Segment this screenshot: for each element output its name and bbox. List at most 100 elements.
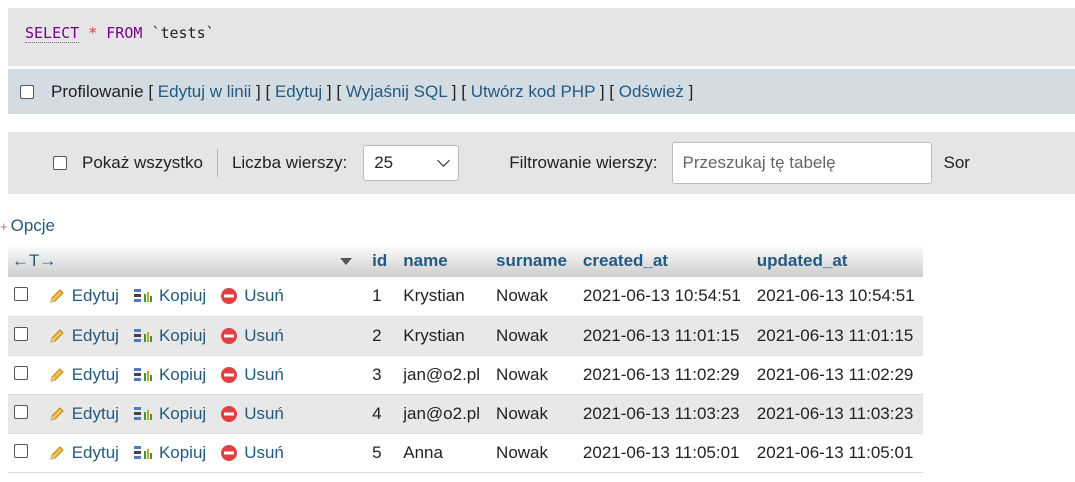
column-header-name[interactable]: name <box>395 244 489 277</box>
profiling-label: Profilowanie <box>51 81 144 101</box>
delete-label: Usuń <box>244 286 284 306</box>
table-row: Edytuj Kopiuj <box>8 433 923 473</box>
navigation-bar: Pokaż wszystko Liczba wierszy: 25 Filtro… <box>8 132 1075 194</box>
cell-name[interactable]: Krystian <box>395 277 489 317</box>
row-select-cell <box>8 316 40 356</box>
cell-id[interactable]: 1 <box>364 277 396 317</box>
cell-created-at[interactable]: 2021-06-13 11:03:23 <box>574 394 749 434</box>
cell-id[interactable]: 5 <box>364 433 396 473</box>
cell-id[interactable]: 3 <box>364 355 396 395</box>
copy-row-button[interactable]: Kopiuj <box>133 404 206 424</box>
row-select-cell <box>8 277 40 317</box>
explain-sql-link[interactable]: Wyjaśnij SQL <box>346 82 447 101</box>
sql-keyword-select: SELECT <box>25 24 80 43</box>
cell-name[interactable]: jan@o2.pl <box>395 355 489 395</box>
profiling-checkbox[interactable] <box>20 84 34 99</box>
column-header-surname[interactable]: surname <box>488 244 575 277</box>
row-checkbox[interactable] <box>14 326 28 341</box>
cell-updated-at[interactable]: 2021-06-13 11:02:29 <box>748 355 923 395</box>
options-label: Opcje <box>10 216 56 235</box>
sql-query-box[interactable]: SELECT * FROM `tests` <box>8 8 1075 66</box>
table-row: Edytuj Kopiuj <box>8 277 923 317</box>
pencil-icon <box>50 328 64 343</box>
row-select-cell <box>8 394 40 434</box>
edit-label: Edytuj <box>71 364 119 384</box>
delete-label: Usuń <box>244 325 284 345</box>
cell-id[interactable]: 2 <box>364 316 396 356</box>
delete-row-button[interactable]: Usuń <box>220 365 284 385</box>
separator <box>216 149 218 177</box>
row-checkbox[interactable] <box>14 365 28 380</box>
edit-row-button[interactable]: Edytuj <box>48 326 119 346</box>
cell-surname[interactable]: Nowak <box>488 433 575 473</box>
edit-row-button[interactable]: Edytuj <box>48 404 119 424</box>
copy-row-button[interactable]: Kopiuj <box>133 365 206 385</box>
delete-icon <box>221 366 238 383</box>
copy-row-button[interactable]: Kopiuj <box>133 286 206 306</box>
cell-name[interactable]: jan@o2.pl <box>395 394 489 434</box>
inline-edit-link[interactable]: Edytuj w linii <box>158 82 252 101</box>
options-toggle[interactable]: + Opcje <box>0 216 55 236</box>
copy-icon <box>133 445 152 459</box>
column-header-created-at[interactable]: created_at <box>574 244 749 277</box>
delete-row-button[interactable]: Usuń <box>220 443 284 463</box>
table-header-row: ←T→ id name surname created_at updated_a… <box>8 244 923 277</box>
cell-name[interactable]: Anna <box>395 433 489 473</box>
cell-updated-at[interactable]: 2021-06-13 11:03:23 <box>748 394 923 434</box>
pencil-icon <box>50 367 64 382</box>
show-all-checkbox[interactable] <box>53 156 67 170</box>
filter-rows-input[interactable] <box>671 142 932 184</box>
cell-created-at[interactable]: 2021-06-13 11:02:29 <box>574 355 749 395</box>
column-header-updated-at[interactable]: updated_at <box>748 244 923 277</box>
cell-created-at[interactable]: 2021-06-13 11:05:01 <box>574 433 749 473</box>
row-actions: Edytuj Kopiuj Usuń <box>39 316 365 356</box>
row-checkbox[interactable] <box>14 287 28 302</box>
rows-count-value: 25 <box>374 153 394 172</box>
row-actions: Edytuj Kopiuj Usuń <box>39 433 365 473</box>
rows-count-select[interactable]: 25 <box>363 145 460 181</box>
row-select-cell <box>8 355 40 395</box>
row-actions: Edytuj Kopiuj Usuń <box>39 277 365 317</box>
edit-row-button[interactable]: Edytuj <box>48 365 119 385</box>
row-select-cell <box>8 433 40 473</box>
column-width-control[interactable]: ←T→ <box>8 244 365 277</box>
row-checkbox[interactable] <box>14 404 28 419</box>
edit-row-button[interactable]: Edytuj <box>48 286 119 306</box>
cell-name[interactable]: Krystian <box>395 316 489 356</box>
column-header-id[interactable]: id <box>364 244 396 277</box>
pencil-icon <box>50 406 64 421</box>
row-checkbox[interactable] <box>14 443 28 458</box>
cell-updated-at[interactable]: 2021-06-13 11:01:15 <box>748 316 923 356</box>
delete-row-button[interactable]: Usuń <box>220 404 284 424</box>
sort-desc-icon[interactable] <box>340 257 353 265</box>
cell-updated-at[interactable]: 2021-06-13 11:05:01 <box>748 433 923 473</box>
cell-id[interactable]: 4 <box>364 394 396 434</box>
delete-row-button[interactable]: Usuń <box>220 326 284 346</box>
cell-created-at[interactable]: 2021-06-13 11:01:15 <box>574 316 749 356</box>
cell-surname[interactable]: Nowak <box>488 277 575 317</box>
edit-label: Edytuj <box>71 325 119 345</box>
row-actions: Edytuj Kopiuj Usuń <box>39 394 365 434</box>
cell-surname[interactable]: Nowak <box>488 355 575 395</box>
edit-query-link[interactable]: Edytuj <box>275 82 322 101</box>
sql-query-text[interactable]: SELECT * FROM `tests` <box>25 24 215 43</box>
cell-updated-at[interactable]: 2021-06-13 10:54:51 <box>748 277 923 317</box>
refresh-link[interactable]: Odśwież <box>619 82 684 101</box>
copy-label: Kopiuj <box>158 325 207 345</box>
copy-label: Kopiuj <box>158 286 207 306</box>
edit-row-button[interactable]: Edytuj <box>48 443 119 463</box>
cell-surname[interactable]: Nowak <box>488 394 575 434</box>
copy-row-button[interactable]: Kopiuj <box>133 326 206 346</box>
cell-created-at[interactable]: 2021-06-13 10:54:51 <box>574 277 749 317</box>
plus-icon: + <box>0 219 8 234</box>
column-arrows-icon: ←T→ <box>12 250 57 270</box>
chevron-down-icon <box>437 154 451 167</box>
copy-icon <box>133 328 152 342</box>
show-all-label[interactable]: Pokaż wszystko <box>82 153 203 173</box>
delete-row-button[interactable]: Usuń <box>220 286 284 306</box>
create-php-code-link[interactable]: Utwórz kod PHP <box>471 82 595 101</box>
copy-row-button[interactable]: Kopiuj <box>133 443 206 463</box>
table-row: Edytuj Kopiuj <box>8 394 923 434</box>
delete-icon <box>221 405 238 422</box>
cell-surname[interactable]: Nowak <box>488 316 575 356</box>
